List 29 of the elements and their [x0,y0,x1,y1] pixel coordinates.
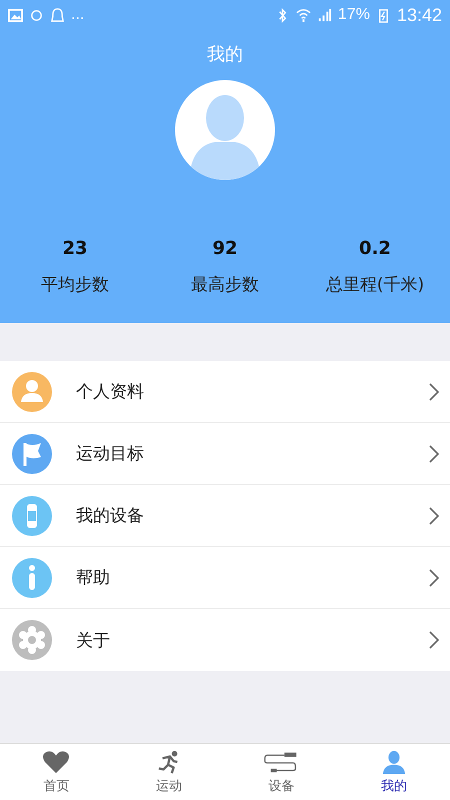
stat-label: 总里程(千米) [326,274,424,296]
wifi-icon [296,8,311,22]
cable-icon [264,750,298,774]
menu-item[interactable]: 帮助 [0,547,450,609]
menu-item[interactable]: 个人资料 [0,361,450,423]
page-title: 我的 [207,43,243,66]
stat-label: 平均步数 [41,274,109,296]
chevron-right-icon [428,630,440,650]
stat-value: 23 [62,238,88,259]
tab[interactable]: 首页 [0,744,112,800]
chevron-right-icon [428,568,440,588]
tab[interactable]: 我的 [338,744,450,800]
battery-percent: 17% [338,6,370,24]
chevron-right-icon [428,444,440,464]
chevron-right-icon [428,382,440,402]
signal-icon [316,8,332,22]
avatar-icon [175,80,275,180]
tab[interactable]: 设备 [225,744,338,800]
tab[interactable]: 运动 [112,744,225,800]
stat-label: 最高步数 [191,274,259,296]
stat-value: 92 [212,238,238,259]
menu-item[interactable]: 运动目标 [0,423,450,485]
menu-item[interactable]: 我的设备 [0,485,450,547]
clock: 13:42 [396,4,442,26]
image-icon [8,8,23,22]
notification-more: ... [71,6,84,24]
menu-item[interactable]: 关于 [0,609,450,671]
stat-value: 0.2 [359,238,391,259]
chevron-right-icon [428,506,440,526]
